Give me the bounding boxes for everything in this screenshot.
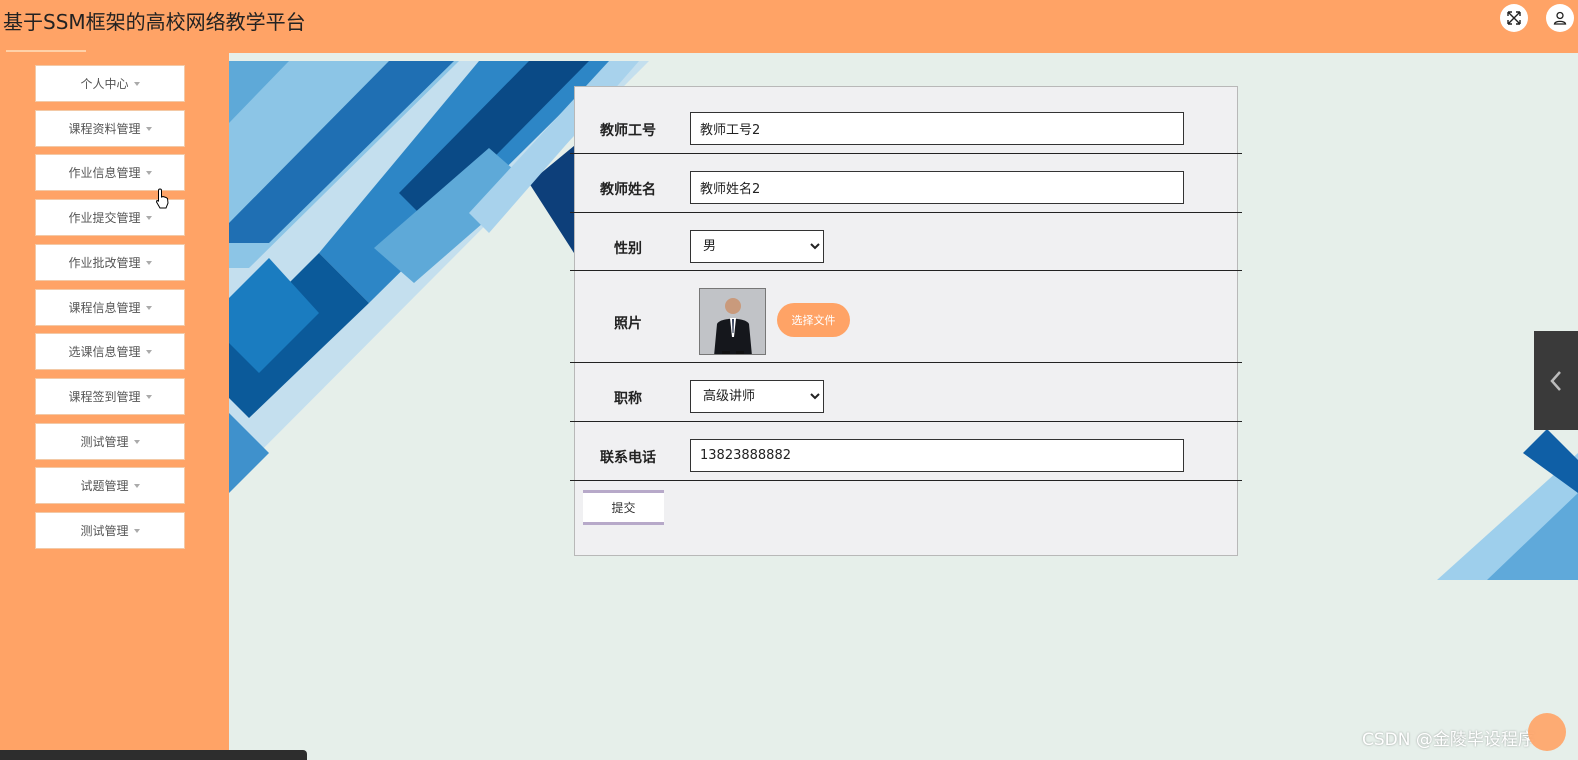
app-title: 基于SSM框架的高校网络教学平台 [3, 10, 306, 34]
caret-down-icon [145, 349, 152, 354]
row-divider [570, 270, 1242, 271]
sidebar-item-personal-center[interactable]: 个人中心 [35, 65, 185, 102]
row-divider [570, 421, 1242, 422]
phone-label: 联系电话 [600, 450, 656, 466]
header-underline [6, 50, 86, 52]
title-label: 职称 [614, 391, 642, 407]
chevron-left-icon [1550, 370, 1561, 391]
sidebar-item-label: 个人中心 [80, 77, 129, 91]
sidebar-item-test-management[interactable]: 测试管理 [35, 423, 185, 460]
caret-down-icon [145, 215, 152, 220]
caret-down-icon [133, 439, 140, 444]
sidebar-item-label: 试题管理 [80, 479, 129, 493]
top-header: 基于SSM框架的高校网络教学平台 [0, 0, 1578, 53]
photo-label: 照片 [614, 316, 642, 332]
sidebar-item-course-selection[interactable]: 选课信息管理 [35, 333, 185, 370]
caret-down-icon [145, 126, 152, 131]
teacher-photo [699, 288, 766, 355]
user-icon[interactable] [1546, 4, 1574, 32]
sidebar-item-course-checkin[interactable]: 课程签到管理 [35, 378, 185, 415]
sidebar-item-label: 作业批改管理 [68, 256, 141, 270]
sidebar-item-course-info[interactable]: 课程信息管理 [35, 289, 185, 326]
caret-down-icon [133, 528, 140, 533]
hand-cursor-icon [155, 188, 169, 209]
gender-label: 性别 [614, 241, 642, 257]
sidebar-item-test-management-2[interactable]: 测试管理 [35, 512, 185, 549]
sidebar-item-label: 作业信息管理 [68, 166, 141, 180]
watermark-text: CSDN @金陵毕设程序 [1362, 730, 1535, 750]
caret-down-icon [145, 305, 152, 310]
floating-action-button[interactable] [1528, 713, 1566, 751]
caret-down-icon [133, 81, 140, 86]
teacher-name-label: 教师姓名 [600, 182, 656, 198]
sidebar-item-homework-grading[interactable]: 作业批改管理 [35, 244, 185, 281]
caret-down-icon [145, 170, 152, 175]
row-divider [570, 362, 1242, 363]
sidebar-item-question-management[interactable]: 试题管理 [35, 467, 185, 504]
sidebar-item-label: 测试管理 [80, 435, 129, 449]
sidebar-item-course-materials[interactable]: 课程资料管理 [35, 110, 185, 147]
row-divider [570, 153, 1242, 154]
bottom-status-bar [0, 750, 307, 760]
choose-file-button[interactable]: 选择文件 [777, 303, 850, 337]
fullscreen-icon[interactable] [1500, 4, 1528, 32]
row-divider [570, 212, 1242, 213]
gender-select[interactable]: 男 [690, 230, 824, 263]
row-divider [570, 480, 1242, 481]
header-icons [1500, 4, 1574, 32]
caret-down-icon [133, 483, 140, 488]
caret-down-icon [145, 394, 152, 399]
teacher-id-label: 教师工号 [600, 123, 656, 139]
caret-down-icon [145, 260, 152, 265]
sidebar-item-label: 课程资料管理 [68, 122, 141, 136]
sidebar-item-homework-info[interactable]: 作业信息管理 [35, 154, 185, 191]
side-panel-toggle[interactable] [1534, 331, 1578, 430]
sidebar-item-label: 课程信息管理 [68, 301, 141, 315]
title-select[interactable]: 高级讲师 [690, 380, 824, 413]
sidebar-item-label: 课程签到管理 [68, 390, 141, 404]
teacher-id-input[interactable] [690, 112, 1184, 145]
submit-button[interactable]: 提交 [583, 490, 664, 525]
sidebar-item-label: 选课信息管理 [68, 345, 141, 359]
sidebar-item-label: 作业提交管理 [68, 211, 141, 225]
phone-input[interactable] [690, 439, 1184, 472]
teacher-name-input[interactable] [690, 171, 1184, 204]
sidebar-item-label: 测试管理 [80, 524, 129, 538]
